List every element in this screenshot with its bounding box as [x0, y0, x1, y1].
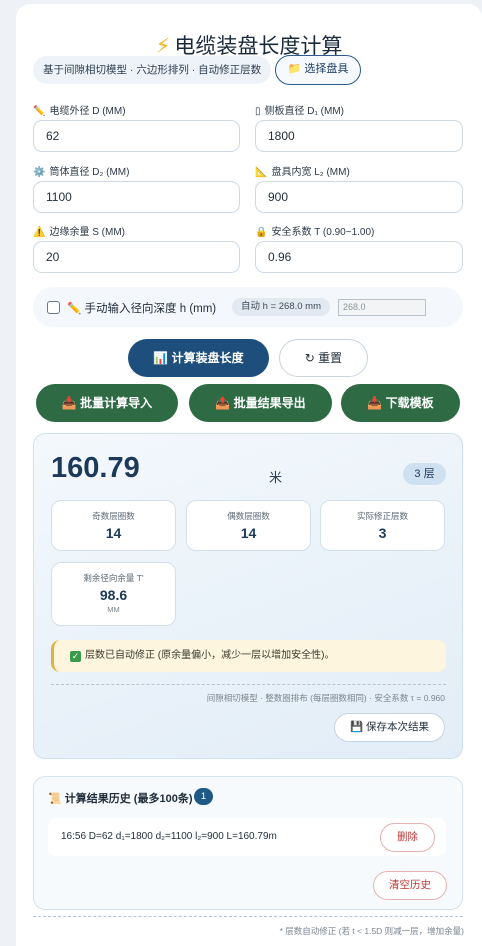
auto-correction-notice: ✓ 层数已自动修正 (原余量偏小，减少一层以增加安全性)。 — [51, 640, 446, 672]
plate-icon: ▯ — [255, 106, 261, 117]
gear-icon: ⚙️ — [33, 167, 46, 178]
delete-history-button[interactable]: 删除 — [380, 823, 435, 852]
batch-export-button[interactable]: 📤 批量结果导出 — [189, 384, 332, 422]
history-count-badge: 1 — [194, 788, 213, 805]
manual-depth-input[interactable]: 268.0 — [338, 299, 426, 316]
manual-depth-label: ✏️ 手动输入径向深度 h (mm) — [67, 303, 217, 315]
check-icon: ✓ — [70, 651, 81, 662]
cable-diameter-input[interactable]: 62 — [33, 120, 240, 152]
calculate-button[interactable]: 📊 计算装盘长度 — [128, 339, 269, 377]
length-unit: 米 — [269, 470, 283, 485]
odd-layer-turns-card: 奇数层圈数 14 — [51, 500, 176, 551]
manual-depth-row: ✏️ 手动输入径向深度 h (mm) 自动 h = 268.0 mm 268.0 — [33, 287, 463, 327]
result-panel: 160.79 米 3 层 奇数层圈数 14 偶数层圈数 14 实际修正层数 3 … — [33, 433, 463, 759]
edge-margin-input[interactable]: 20 — [33, 241, 240, 273]
safety-factor-label: 🔒 安全系数 T (0.90~1.00) — [255, 227, 375, 238]
select-reel-button[interactable]: 📁 选择盘具 — [275, 55, 361, 85]
barrel-diameter-label: ⚙️ 筒体直径 D₂ (MM) — [33, 167, 130, 178]
save-result-button[interactable]: 💾 保存本次结果 — [334, 713, 445, 742]
history-item: 16:56 D=62 d₁=1800 d₂=1100 l₂=900 L=160.… — [48, 818, 446, 856]
edge-margin-label: ⚠️ 边缘余量 S (MM) — [33, 227, 125, 238]
layer-count-badge: 3 层 — [403, 463, 446, 485]
lock-icon: 🔒 — [255, 227, 268, 238]
model-note: 间隙相切模型 · 整数圈排布 (每层圈数相同) · 安全系数 τ = 0.960 — [206, 693, 445, 703]
corrected-layers-card: 实际修正层数 3 — [320, 500, 445, 551]
footer-note: * 层数自动修正 (若 t < 1.5D 则减一层，增加余量) — [279, 926, 464, 936]
pencil-icon: ✏️ — [67, 303, 82, 315]
history-title: 📜 计算结果历史 (最多100条) — [48, 793, 193, 805]
batch-import-button[interactable]: 📥 批量计算导入 — [36, 384, 178, 422]
clear-history-button[interactable]: 清空历史 — [373, 871, 447, 900]
side-plate-diameter-input[interactable]: 1800 — [255, 120, 463, 152]
cable-length-value: 160.79 — [51, 452, 140, 484]
history-panel: 📜 计算结果历史 (最多100条) 1 16:56 D=62 d₁=1800 d… — [33, 776, 463, 910]
cable-diameter-label: ✏️ 电缆外径 D (MM) — [33, 106, 126, 117]
reset-button[interactable]: ↻ 重置 — [279, 339, 368, 377]
inner-width-label: 📐 盘具内宽 L₂ (MM) — [255, 167, 350, 178]
inner-width-input[interactable]: 900 — [255, 181, 463, 213]
safety-factor-input[interactable]: 0.96 — [255, 241, 463, 273]
pencil-icon: ✏️ — [33, 106, 46, 117]
warning-icon: ⚠️ — [33, 227, 46, 238]
barrel-diameter-input[interactable]: 1100 — [33, 181, 240, 213]
lightning-icon: ⚡ — [155, 35, 171, 58]
main-card: ⚡ 电缆装盘长度计算 基于间隙相切模型 · 六边形排列 · 自动修正层数 📁 选择… — [16, 4, 482, 946]
manual-depth-checkbox[interactable] — [47, 301, 60, 314]
download-template-button[interactable]: 📥 下载模板 — [341, 384, 460, 422]
divider — [51, 684, 446, 685]
folder-icon: 📁 — [287, 63, 302, 75]
ruler-icon: 📐 — [255, 167, 268, 178]
remaining-margin-card: 剩余径向余量 T' 98.6 MM — [51, 562, 176, 626]
side-plate-diameter-label: ▯ 侧板直径 D₁ (MM) — [255, 106, 344, 117]
even-layer-turns-card: 偶数层圈数 14 — [186, 500, 311, 551]
model-description: 基于间隙相切模型 · 六边形排列 · 自动修正层数 — [33, 56, 272, 84]
auto-depth-chip: 自动 h = 268.0 mm — [232, 298, 330, 316]
history-item-text: 16:56 D=62 d₁=1800 d₂=1100 l₂=900 L=160.… — [61, 831, 277, 842]
footer-divider — [33, 916, 463, 917]
